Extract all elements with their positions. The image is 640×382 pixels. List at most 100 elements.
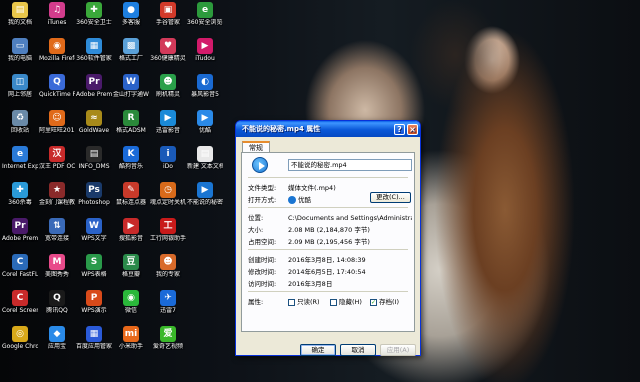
desktop-icon[interactable]: 工工行网银助手 [150,218,186,242]
video-file-icon [252,157,268,173]
app-icon: ▤ [86,146,102,162]
desktop-icon[interactable]: ◆ 应用宝 [39,326,75,350]
desktop-icon[interactable]: ✈ 迅雷7 [150,290,186,314]
desktop-icon[interactable]: ◷ 魂点定时关机 [150,182,186,206]
desktop-icon[interactable]: ◉ 微信 [113,290,149,314]
desktop-icon[interactable]: R 格式ADSM [113,110,149,134]
desktop-icon-label: 360软件管家 [76,55,112,62]
desktop-icon[interactable]: ● 多客服 [113,2,149,26]
app-icon: Q [49,290,65,306]
archive-checkbox[interactable]: ✓ 存档(I) [370,296,399,306]
change-button[interactable]: 更改(C)... [370,192,411,203]
desktop-icon[interactable]: ▩ 格式工厂 [113,38,149,62]
app-icon: ▣ [160,2,176,18]
desktop-icon[interactable]: ▶不能说的秘密.mp4 [187,182,223,206]
desktop-icon[interactable]: M 美图秀秀 [39,254,75,278]
app-icon: ● [123,2,139,18]
desktop-icon[interactable]: ▶ 优酷 [187,110,223,134]
desktop-icon[interactable]: S WPS表格 [76,254,112,278]
desktop-icon[interactable]: ▦ 360软件管家 [76,38,112,62]
desktop-icon[interactable]: ✚ 360安全卫士 [76,2,112,26]
app-icon: ♻ [12,110,28,126]
desktop-icon[interactable]: e360安全浏览器 [187,2,223,26]
desktop-icon[interactable]: P WPS演示 [76,290,112,314]
desktop-icon[interactable]: ★金刻门课程教授系统 [39,182,75,206]
desktop-icon[interactable]: ✚ 360杀毒 [2,182,38,206]
desktop-icon-label: Corel Screen... [2,307,38,314]
app-icon: Q [49,74,65,90]
dialog-title: 不能说的秘密.mp4 属性 [242,125,321,133]
desktop-icon[interactable]: ▦ 百度应用管家 [76,326,112,350]
desktop-icon[interactable]: 汉汉王 PDF OCR [39,146,75,170]
desktop-icon[interactable]: ✎ 鼠标连点器 [113,182,149,206]
desktop-icon[interactable]: ▶ 迅雷影音 [150,110,186,134]
app-icon: ★ [49,182,65,198]
desktop-icon[interactable]: 爱爱奇艺视频 [150,326,186,350]
desktop-icon[interactable]: ♻ 回收站 [2,110,38,134]
ok-button[interactable]: 确定 [300,344,336,356]
desktop-icon[interactable]: ▤ 我的文档 [2,2,38,26]
filename-field[interactable]: 不能说的秘密.mp4 [288,159,412,171]
desktop-icon[interactable]: ▭ 我的电脑 [2,38,38,62]
app-icon: ▶ [197,182,213,198]
desktop-icon[interactable]: ▤新建 文本文档.txt [187,146,223,170]
apply-button[interactable]: 应用(A) [380,344,416,356]
desktop-icon[interactable]: Ps Photoshop [76,182,112,206]
desktop-icon-label: 格式ADSM [116,127,146,134]
desktop-icon[interactable]: QQuickTime Player [39,74,75,98]
desktop-icon[interactable]: ♥ 360健康精灵 [150,38,186,62]
desktop-icon[interactable]: ▤ INFO_DMS [76,146,112,170]
desktop-icon[interactable]: ☺ 阿里旺旺2015 [39,110,75,134]
app-icon: Pr [12,218,28,234]
desktop-icon[interactable]: ⇅ 宽带连接 [39,218,75,242]
help-button[interactable]: ? [394,123,405,135]
app-icon: ♫ [49,2,65,18]
desktop-icon-label: 微信 [124,307,137,314]
archive-label: 存档(I) [379,298,399,306]
desktop-icon-label: 网上邻居 [7,91,32,98]
desktop-icon-label: 汉王 PDF OCR [39,163,75,170]
desktop-icon[interactable]: mi 小米助手 [113,326,149,350]
desktop-icon[interactable]: ▶ iTudou [187,38,223,62]
app-icon: ▦ [86,326,102,342]
desktop-icon-label: 我的电脑 [7,55,32,62]
desktop-icon[interactable]: ◎Google Chrome [2,326,38,350]
app-icon: 豆 [123,254,139,270]
location-value: C:\Documents and Settings\Administrator\… [288,214,412,222]
desktop-icon[interactable]: eInternet Explorer [2,146,38,170]
desktop-icon[interactable]: PrAdobe Premi... [2,218,38,242]
desktop-icon[interactable]: ▣ 手谷管家 [150,2,186,26]
desktop-icon[interactable]: i iDo [150,146,186,170]
desktop-icon[interactable]: CCorel Screen... [2,290,38,314]
desktop-icon[interactable]: ▶ 搜狐影音 [113,218,149,242]
app-icon: mi [123,326,139,342]
readonly-checkbox[interactable]: 只读(R) [288,296,320,306]
desktop-icon[interactable]: CCorel FastFL... [2,254,38,278]
desktop-icon[interactable]: W WPS文字 [76,218,112,242]
app-icon: W [123,74,139,90]
desktop-icon[interactable]: ☻ 我的专家 [150,254,186,278]
desktop-icon[interactable]: W金山打字通Word [113,74,149,98]
desktop-icon[interactable]: PrAdobe Premi... [76,74,112,98]
cancel-button[interactable]: 取消 [340,344,376,356]
desktop-icon[interactable]: ≈ GoldWave [76,110,112,134]
close-button[interactable]: × [407,123,418,135]
desktop-icon[interactable]: K 酷狗音乐 [113,146,149,170]
app-icon: ☻ [160,254,176,270]
desktop-icon[interactable]: ☻ 刷机精灵 [150,74,186,98]
app-icon: ◎ [12,326,28,342]
desktop-icon[interactable]: 豆格豆瓣 [113,254,149,278]
title-bar[interactable]: 不能说的秘密.mp4 属性 ? × [236,121,420,137]
desktop-icon[interactable]: ◫ 网上邻居 [2,74,38,98]
app-icon: ◐ [197,74,213,90]
app-icon: ▩ [123,38,139,54]
desktop-icon[interactable]: ◉Mozilla Firefox [39,38,75,62]
desktop-icon-label: Photoshop [78,199,110,206]
desktop-icon-label: iDo [163,163,173,170]
hidden-checkbox[interactable]: 隐藏(H) [330,296,362,306]
desktop-icon[interactable]: Q 腾讯QQ [39,290,75,314]
divider [248,177,408,178]
desktop-icon[interactable]: ◐ 暴风影音5 [187,74,223,98]
desktop-icon[interactable]: ♫ iTunes [39,2,75,26]
desktop-icon-label: 格式工厂 [118,55,143,62]
